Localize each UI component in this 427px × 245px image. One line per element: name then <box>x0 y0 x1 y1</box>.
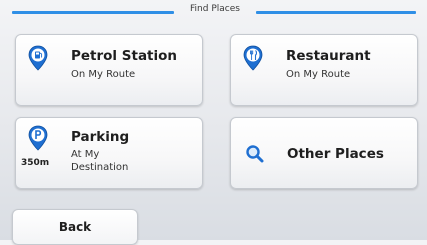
tile-subtitle-line: At My <box>71 149 100 160</box>
tile-title: Other Places <box>287 146 384 162</box>
search-icon <box>246 145 264 163</box>
tile-title: Restaurant <box>286 48 371 64</box>
header-rule-left <box>12 11 174 14</box>
distance-label: 350m <box>21 158 50 168</box>
tile-subtitle: On My Route <box>71 69 136 80</box>
tile-title: Petrol Station <box>71 48 178 64</box>
page-title: Find Places <box>190 4 240 14</box>
parking-button[interactable]: 350m Parking At My Destination <box>15 117 203 189</box>
restaurant-pin-icon <box>243 45 263 71</box>
tile-subtitle: On My Route <box>286 69 351 80</box>
tile-subtitle: At My Destination <box>71 148 128 174</box>
other-places-button[interactable]: Other Places <box>230 117 418 189</box>
fuel-pin-icon <box>28 45 48 71</box>
tile-subtitle-line: Destination <box>71 162 129 173</box>
header-rule-right <box>256 11 416 14</box>
parking-pin-icon <box>28 125 48 151</box>
tile-title: Parking <box>71 129 130 145</box>
petrol-station-button[interactable]: Petrol Station On My Route <box>15 34 203 106</box>
find-places-header: Find Places <box>0 0 427 26</box>
restaurant-button[interactable]: Restaurant On My Route <box>230 34 418 106</box>
